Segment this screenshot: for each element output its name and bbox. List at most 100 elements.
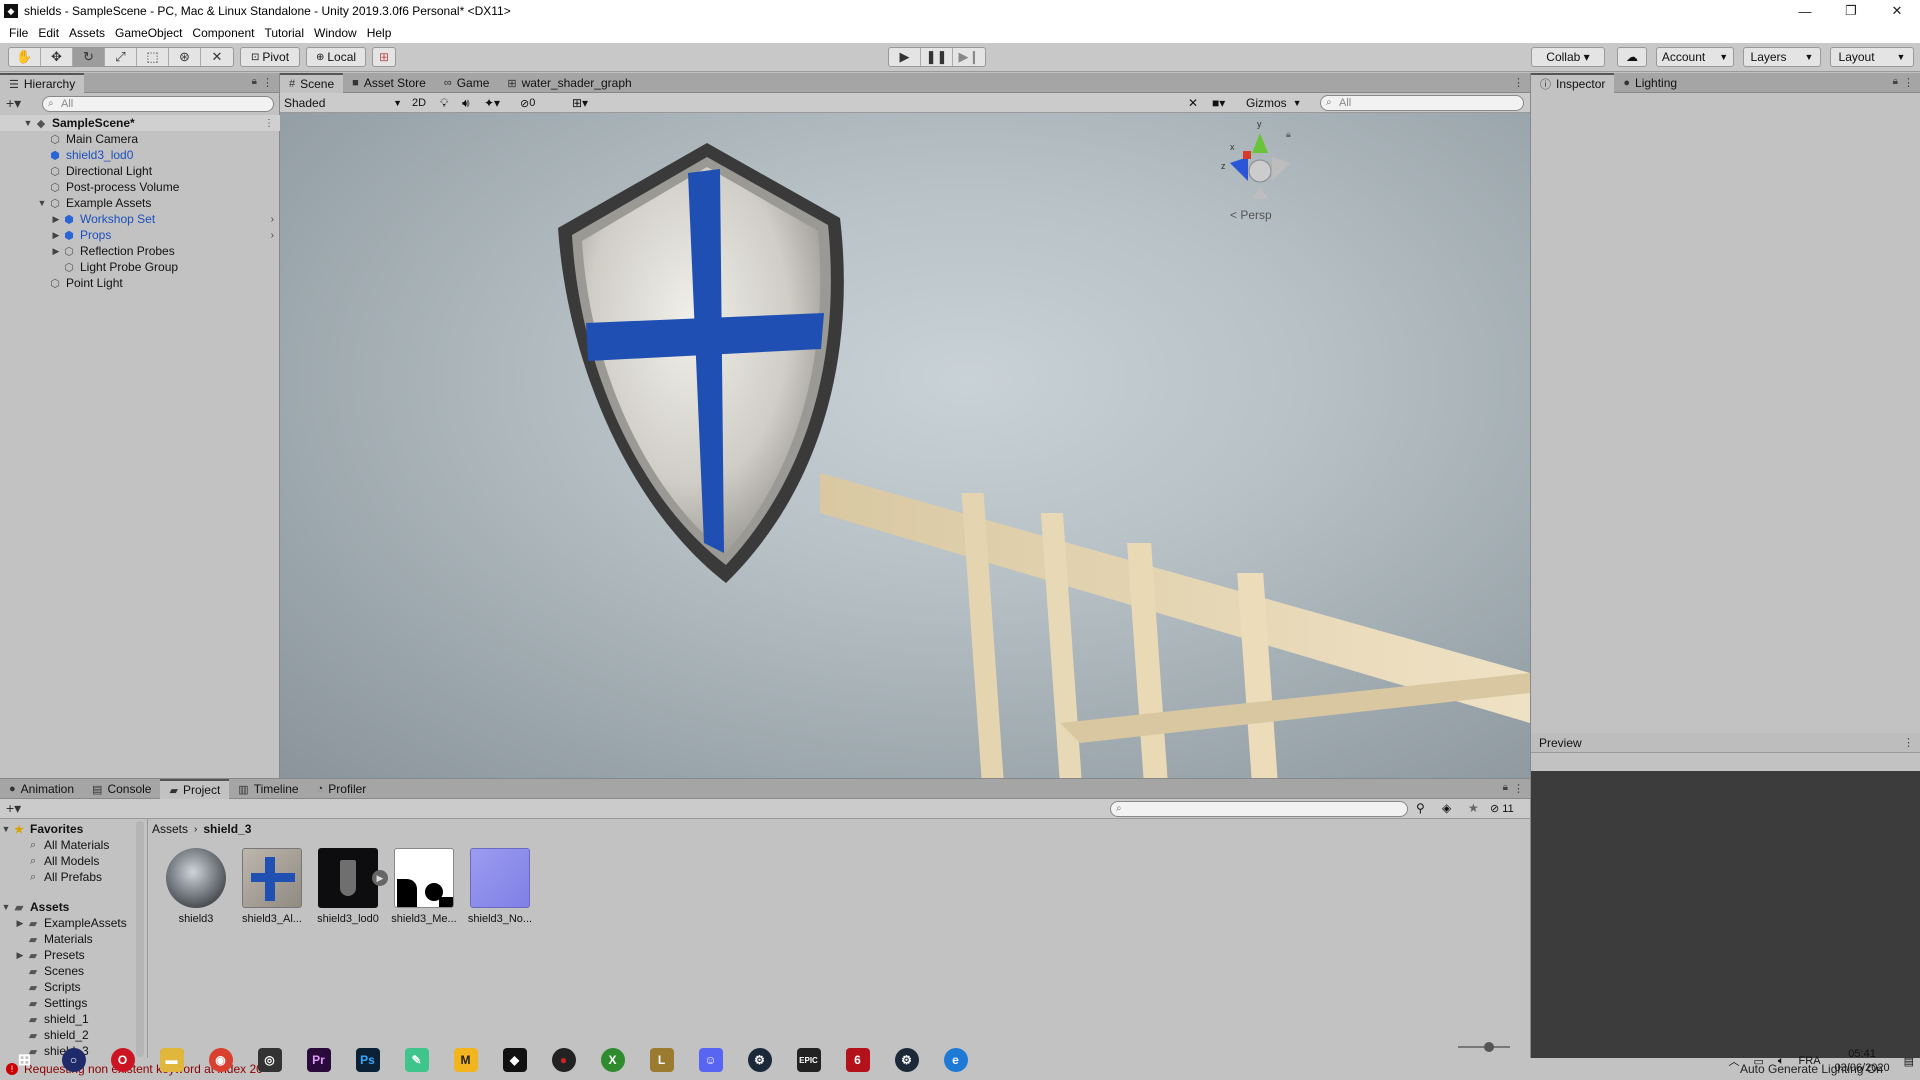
hierarchy-item[interactable]: ⬡ Directional Light (0, 163, 280, 179)
hierarchy-item[interactable]: ▼ ⬡ Example Assets (0, 195, 280, 211)
expand-arrow-right-icon[interactable]: ▶ (50, 246, 62, 257)
close-button[interactable]: ✕ (1874, 0, 1920, 22)
pivot-toggle[interactable]: ⊡ Pivot (240, 47, 300, 67)
hidden-packages-toggle[interactable]: ⊘ 11 (1490, 802, 1514, 815)
taskbar-item[interactable]: 6 (833, 1041, 882, 1079)
taskbar-item[interactable]: ◉ (196, 1041, 245, 1079)
tab-console[interactable]: ▤ Console (83, 779, 160, 799)
lock-icon[interactable]: 🔒︎ (1503, 782, 1508, 793)
taskbar-item[interactable]: L (637, 1041, 686, 1079)
expand-arrow-right-icon[interactable]: ▶ (14, 950, 26, 961)
collab-dropdown[interactable]: Collab ▾ (1531, 47, 1605, 67)
menu-assets[interactable]: Assets (64, 26, 110, 40)
folder-item[interactable]: ▰ Scripts (0, 979, 148, 995)
orientation-gizmo[interactable] (1230, 133, 1290, 199)
lighting-toggle-icon[interactable]: 💡︎ (440, 94, 448, 112)
effects-toggle-icon[interactable]: ✦▾ (484, 94, 500, 112)
tab-asset-store[interactable]: ■ Asset Store (343, 73, 435, 93)
panel-menu-icon[interactable]: ⋮ (1903, 76, 1914, 89)
transform-tool-icon[interactable]: ⊛ (169, 48, 201, 66)
hierarchy-item[interactable]: ⬡ Post-process Volume (0, 179, 280, 195)
rotate-tool-icon[interactable]: ↻ (73, 48, 105, 66)
breadcrumb-assets[interactable]: Assets (152, 822, 188, 836)
search-by-label-icon[interactable]: ◈ (1442, 801, 1451, 815)
grid-toggle-icon[interactable]: ⊞▾ (572, 94, 588, 112)
expand-arrow-down-icon[interactable]: ▼ (0, 824, 12, 834)
menu-tutorial[interactable]: Tutorial (259, 26, 309, 40)
taskbar-item[interactable]: O (98, 1041, 147, 1079)
asset-item[interactable]: shield3 (160, 848, 232, 938)
asset-item[interactable]: ▶ shield3_lod0 (312, 848, 388, 938)
panel-menu-icon[interactable]: ⋮ (1903, 736, 1914, 749)
scene-viewport[interactable]: y x z 🔒︎ < Persp (280, 113, 1530, 778)
panel-menu-icon[interactable]: ⋮ (1513, 782, 1524, 795)
pause-button[interactable]: ❚❚ (921, 48, 953, 66)
panel-menu-icon[interactable]: ⋮ (262, 76, 273, 89)
hierarchy-item[interactable]: ⬡ Point Light (0, 275, 280, 291)
favorite-item[interactable]: ⌕ All Materials (0, 837, 148, 853)
menu-component[interactable]: Component (187, 26, 259, 40)
taskbar-item[interactable]: ☺ (686, 1041, 735, 1079)
scene-menu-icon[interactable]: ⋮ (264, 118, 274, 129)
tab-lighting[interactable]: ● Lighting (1614, 73, 1686, 93)
project-tree-scrollbar[interactable] (136, 821, 144, 1057)
tab-game[interactable]: ∞ Game (435, 73, 499, 93)
menu-file[interactable]: File (4, 26, 33, 40)
tab-scene[interactable]: # Scene (280, 73, 344, 93)
tab-animation[interactable]: ● Animation (0, 779, 83, 799)
taskbar-item[interactable]: ✎ (392, 1041, 441, 1079)
scale-tool-icon[interactable]: ⤢ (105, 48, 137, 66)
menu-help[interactable]: Help (362, 26, 397, 40)
panel-menu-icon[interactable]: ⋮ (1513, 76, 1524, 89)
taskbar-item[interactable]: Pr (294, 1041, 343, 1079)
favorite-item[interactable]: ⌕ All Models (0, 853, 148, 869)
local-toggle[interactable]: ⊕ Local (306, 47, 366, 67)
expand-arrow-icon[interactable]: ▶ (372, 870, 388, 886)
mode-2d-toggle[interactable]: 2D (406, 94, 432, 112)
gizmo-lock-icon[interactable]: 🔒︎ (1286, 129, 1291, 140)
tray-expand-icon[interactable]: ︿ (1729, 1053, 1740, 1069)
cloud-button[interactable]: ☁ (1617, 47, 1647, 67)
tab-water-shader-graph[interactable]: ⊞ water_shader_graph (498, 73, 640, 93)
taskbar-item[interactable]: Ps (343, 1041, 392, 1079)
tab-inspector[interactable]: ⓘ Inspector (1531, 73, 1615, 93)
minimize-button[interactable]: — (1782, 0, 1828, 22)
grid-snap-button[interactable]: ⊞ (372, 47, 396, 67)
asset-item[interactable]: shield3_No... (464, 848, 536, 938)
expand-arrow-down-icon[interactable]: ▼ (22, 118, 34, 128)
thumbnail-size-slider[interactable] (1458, 1042, 1510, 1052)
expand-arrow-right-icon[interactable]: ▶ (14, 918, 26, 929)
preview-header[interactable]: Preview (1531, 733, 1920, 753)
menu-window[interactable]: Window (309, 26, 362, 40)
move-tool-icon[interactable]: ✥ (41, 48, 73, 66)
taskbar-item[interactable]: EPIC (784, 1041, 833, 1079)
rect-tool-icon[interactable]: ⬚ (137, 48, 169, 66)
open-prefab-chevron-icon[interactable]: › (271, 230, 274, 241)
taskbar-item[interactable]: ▬ (147, 1041, 196, 1079)
hierarchy-item[interactable]: ▶ ⬡ Reflection Probes (0, 243, 280, 259)
shading-mode-dropdown[interactable]: Shaded ▼ (284, 94, 402, 112)
favorites-header[interactable]: ▼ ★ Favorites (0, 821, 148, 837)
hierarchy-item[interactable]: ▼ ◆ SampleScene* ⋮ (0, 115, 280, 131)
expand-arrow-down-icon[interactable]: ▼ (0, 902, 12, 912)
scene-search-input[interactable]: ⌕ All (1320, 95, 1524, 111)
expand-arrow-down-icon[interactable]: ▼ (36, 198, 48, 208)
folder-item[interactable]: ▰ Materials (0, 931, 148, 947)
asset-item[interactable]: shield3_Me... (388, 848, 460, 938)
favorite-item[interactable]: ⌕ All Prefabs (0, 869, 148, 885)
tab-project[interactable]: ▰ Project (160, 779, 230, 799)
taskbar-item[interactable]: ◆ (490, 1041, 539, 1079)
hand-tool-icon[interactable]: ✋ (9, 48, 41, 66)
step-button[interactable]: ▶❙ (953, 48, 985, 66)
project-search-input[interactable]: ⌕ (1110, 801, 1408, 817)
folder-item[interactable]: ▰ Settings (0, 995, 148, 1011)
account-dropdown[interactable]: Account ▼ (1656, 47, 1734, 67)
lock-icon[interactable]: 🔒︎ (252, 76, 257, 87)
hierarchy-item[interactable]: ⬡ Light Probe Group (0, 259, 280, 275)
notifications-icon[interactable]: ▤ (1904, 1055, 1914, 1068)
folder-item[interactable]: ▰ shield_1 (0, 1011, 148, 1027)
tab-timeline[interactable]: ▥ Timeline (229, 779, 307, 799)
create-button[interactable]: +▾ (6, 95, 21, 112)
audio-toggle-icon[interactable]: 🔊︎ (462, 94, 470, 112)
lock-icon[interactable]: 🔒︎ (1893, 76, 1898, 87)
